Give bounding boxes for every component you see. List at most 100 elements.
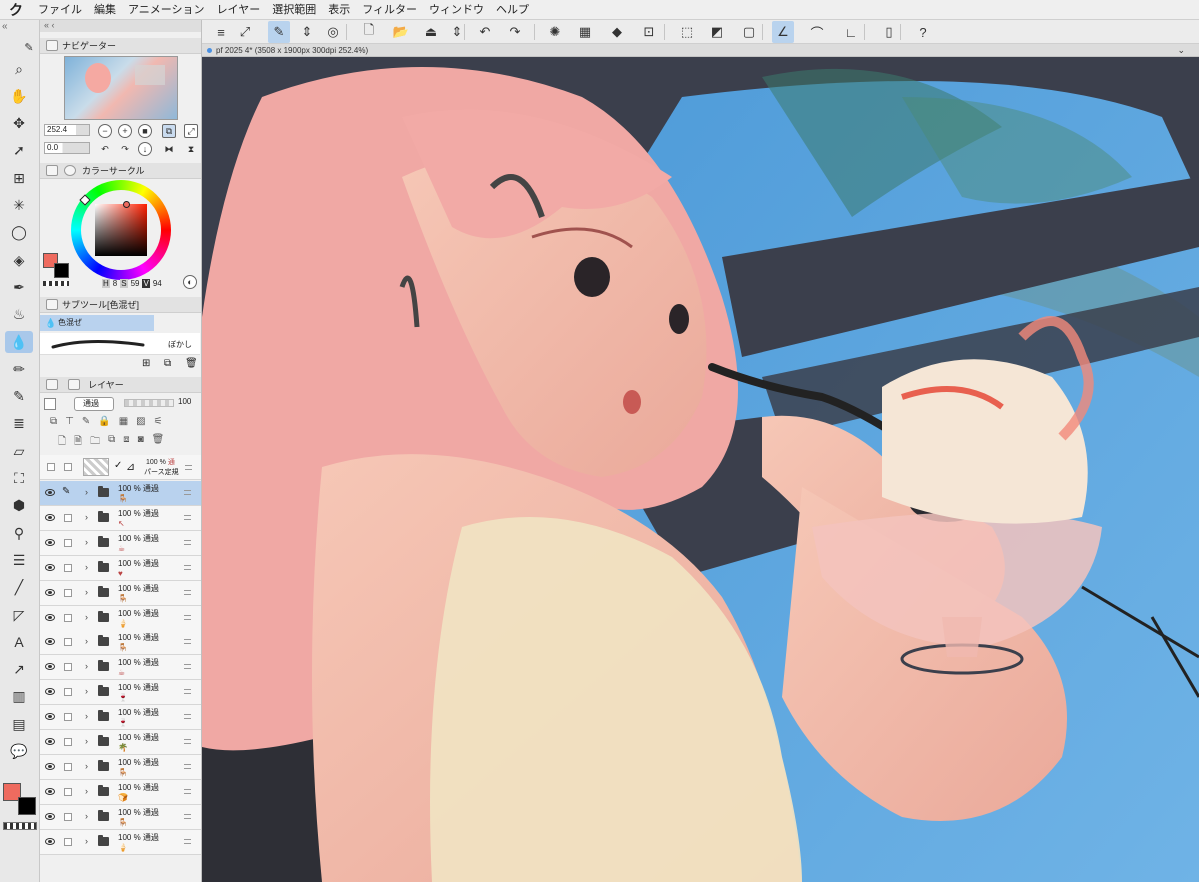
layer-move-tool-icon[interactable]: ⊞ (5, 167, 33, 189)
expand-arrow-icon[interactable]: › (85, 686, 88, 696)
paper-layer-row[interactable]: ✓ ⊿ 100 % 通 パース定規 (40, 455, 201, 480)
expand-arrow-icon[interactable]: › (85, 612, 88, 622)
menu-item-2[interactable]: アニメーション (122, 0, 211, 20)
fill-tool-icon[interactable]: ⬢ (5, 495, 33, 517)
lock-checkbox[interactable] (64, 588, 72, 597)
expand-arrow-icon[interactable]: › (85, 736, 88, 746)
fit-window-button[interactable]: ⤢ (184, 124, 198, 138)
transform-icon[interactable]: ⊡ (638, 21, 660, 43)
color-circle-header[interactable]: カラーサークル (40, 163, 201, 179)
invert-selection-icon[interactable]: ◩ (706, 21, 728, 43)
eye-icon[interactable] (45, 812, 55, 820)
menu-item-4[interactable]: 選択範囲 (266, 0, 322, 20)
redo-icon[interactable]: ↷ (504, 21, 526, 43)
expand-arrow-icon[interactable]: › (85, 711, 88, 721)
ruler-snap-icon[interactable]: ∠ (772, 21, 794, 43)
navigator-header[interactable]: ナビゲーター (40, 38, 201, 54)
fit-icon[interactable]: ⤢ (234, 21, 256, 43)
drag-handle-icon[interactable] (184, 689, 191, 695)
object-tool-icon[interactable]: ➚ (5, 140, 33, 162)
lock-transparency-icon[interactable]: ▦ (119, 416, 128, 430)
zoom-in-button[interactable]: + (118, 124, 132, 138)
eyedropper-tool-icon[interactable]: ⚲ (5, 522, 33, 544)
layer-row[interactable]: › 100 % 通過 🪑 (40, 804, 201, 830)
expand-arrow-icon[interactable]: › (85, 636, 88, 646)
expand-arrow-icon[interactable]: › (85, 661, 88, 671)
menu-icon[interactable]: ≡ (210, 21, 232, 43)
grid-snap-icon[interactable]: ∟ (840, 21, 862, 43)
drag-handle-icon[interactable] (184, 763, 191, 769)
expand-arrow-icon[interactable]: › (85, 811, 88, 821)
eye-icon[interactable] (45, 787, 55, 795)
expand-arrow-icon[interactable]: › (85, 786, 88, 796)
subtool-header[interactable]: サブツール[色混ぜ] (40, 297, 201, 313)
spiral-icon[interactable]: ◎ (322, 21, 344, 43)
eye-icon[interactable] (45, 538, 55, 546)
paper-visibility-checkbox[interactable] (47, 463, 55, 471)
layer-row[interactable]: ✎ › 100 % 通過 🪑 (40, 481, 201, 506)
layer-header[interactable]: レイヤー (40, 377, 201, 393)
clip-icon[interactable]: ⧉ (50, 416, 57, 430)
lasso-tool-icon[interactable]: ◯ (5, 222, 33, 244)
paper-lock-checkbox[interactable] (64, 463, 72, 471)
expand-arrow-icon[interactable]: › (85, 587, 88, 597)
layer-row[interactable]: › 100 % 通過 🍞 (40, 779, 201, 805)
subtool-delete-icon[interactable]: 🗑 (185, 358, 198, 369)
expand-arrow-icon[interactable]: › (85, 562, 88, 572)
drag-handle-icon[interactable] (184, 714, 191, 720)
rotate-right-button[interactable]: ↷ (118, 142, 132, 156)
eye-icon[interactable] (45, 738, 55, 745)
loading-icon[interactable]: ✺ (544, 21, 566, 43)
menu-item-3[interactable]: レイヤー (211, 0, 267, 20)
brush-size-icon[interactable]: ✎ (20, 40, 38, 54)
lock-checkbox[interactable] (64, 563, 72, 572)
eye-icon[interactable] (45, 513, 55, 521)
actual-size-button[interactable]: ■ (138, 124, 152, 138)
auto-select-tool-icon[interactable]: ✳ (5, 195, 33, 217)
lock-checkbox[interactable] (64, 538, 72, 547)
layer-row[interactable]: › 100 % 通過 🪑 (40, 580, 201, 606)
panel-transparent-swatch[interactable] (43, 281, 69, 286)
balloon-tool-icon[interactable]: 💬 (5, 741, 33, 763)
navigator-preview[interactable] (64, 56, 178, 120)
figure-tool-icon[interactable]: ☰ (5, 549, 33, 571)
menu-item-6[interactable]: フィルター (356, 0, 423, 20)
eye-icon[interactable] (45, 762, 55, 770)
balloon-tail-tool-icon[interactable]: ↗ (5, 659, 33, 681)
frame-border-tool-icon[interactable]: ▤ (5, 713, 33, 735)
lock-checkbox[interactable] (64, 738, 72, 746)
rotate-left-button[interactable]: ↶ (98, 142, 112, 156)
drag-handle-icon[interactable] (184, 838, 191, 844)
lock-checkbox[interactable] (64, 713, 72, 722)
panel-sub-color-swatch[interactable] (54, 263, 69, 278)
lock-checkbox[interactable] (64, 762, 72, 771)
draft-icon[interactable]: ✎ (82, 416, 90, 430)
lock-checkbox[interactable] (64, 812, 72, 821)
new-vector-layer-icon[interactable]: 🗎 (74, 434, 82, 448)
drag-handle-icon[interactable] (184, 564, 191, 570)
flip-vertical-button[interactable]: ⧗ (184, 142, 198, 156)
mask-enable-icon[interactable]: ▨ (136, 416, 145, 430)
saturation-value-square[interactable] (95, 204, 147, 256)
lock-checkbox[interactable] (64, 837, 72, 846)
layer-row[interactable]: › 100 % 通過 🌴 (40, 730, 201, 755)
eye-icon[interactable] (45, 837, 55, 845)
menu-item-8[interactable]: ヘルプ (490, 0, 535, 20)
panel-collapse-bar[interactable]: « ‹ (40, 20, 201, 32)
layer-row[interactable]: › 100 % 通過 🪑 (40, 754, 201, 780)
layer-row[interactable]: › 100 % 通過 ☕ (40, 655, 201, 681)
drag-handle-icon[interactable] (184, 614, 191, 620)
collapse-chevron-icon[interactable]: « (2, 21, 8, 32)
new-file-icon[interactable]: 🗋 (358, 21, 380, 43)
zoom-input[interactable]: 252.4 (44, 124, 90, 136)
line-tool-icon[interactable]: ╱ (5, 577, 33, 599)
hatching-tool-icon[interactable]: ≣ (5, 413, 33, 435)
reset-rotation-button[interactable]: ↓ (138, 142, 152, 156)
eye-icon[interactable] (45, 638, 55, 646)
delete-layer-icon[interactable]: 🗑 (152, 434, 165, 448)
frame-tool-icon[interactable]: ◸ (5, 604, 33, 626)
opacity-slider[interactable] (124, 399, 174, 407)
new-raster-layer-icon[interactable]: 🗋 (58, 434, 66, 448)
menu-item-7[interactable]: ウィンドウ (423, 0, 490, 20)
expand-arrow-icon[interactable]: › (85, 512, 88, 522)
